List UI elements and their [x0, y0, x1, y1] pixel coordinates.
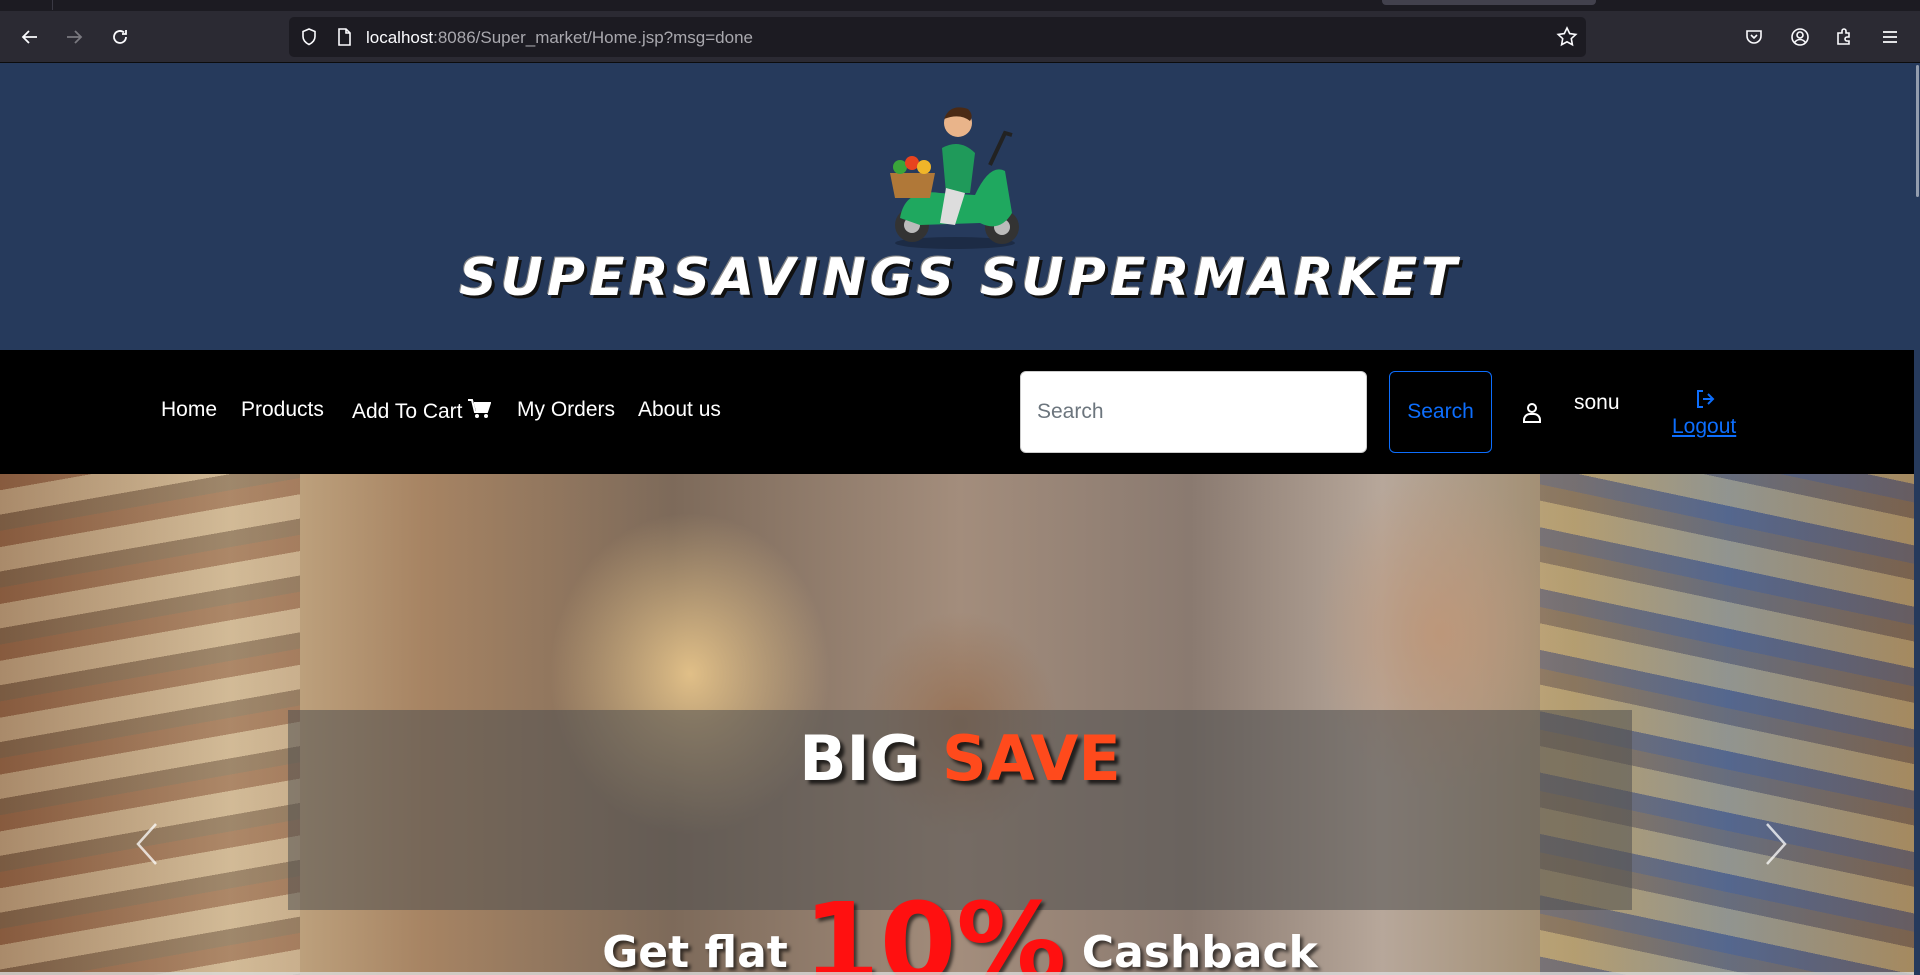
- headline-save: SAVE: [942, 722, 1121, 795]
- url-host: localhost: [366, 28, 434, 47]
- bookmark-star-icon[interactable]: [1556, 26, 1578, 48]
- scooter-logo: [890, 107, 1019, 249]
- page-icon[interactable]: [334, 27, 354, 47]
- forward-icon[interactable]: [56, 19, 92, 55]
- tab-divider: [52, 0, 53, 10]
- page-viewport: SUPERSAVINGS SUPERMARKET Home Products A…: [0, 63, 1920, 975]
- reload-icon[interactable]: [102, 19, 138, 55]
- subtitle-post: Cashback: [1066, 927, 1318, 975]
- logout-link[interactable]: Logout: [1672, 415, 1736, 439]
- banner-headline: BIG SAVE: [0, 722, 1920, 795]
- extensions-icon[interactable]: [1826, 19, 1862, 55]
- nav-add-to-cart[interactable]: Add To Cart: [352, 398, 491, 424]
- cart-icon: [467, 399, 491, 418]
- search-button[interactable]: Search: [1389, 371, 1492, 453]
- account-icon[interactable]: [1782, 19, 1818, 55]
- nav-add-to-cart-label: Add To Cart: [352, 400, 463, 423]
- tab-strip: [0, 0, 1920, 11]
- pocket-icon[interactable]: [1736, 19, 1772, 55]
- chevron-right-icon[interactable]: [1757, 814, 1797, 874]
- banner-subtitle: Get flat 10% Cashback: [0, 879, 1920, 975]
- headline-big: BIG: [799, 722, 943, 795]
- subtitle-pre: Get flat: [602, 927, 804, 975]
- brand-title: SUPERSAVINGS SUPERMARKET: [459, 248, 1461, 308]
- nav-my-orders[interactable]: My Orders: [517, 398, 615, 422]
- subtitle-percent: 10%: [803, 879, 1067, 975]
- browser-toolbar: localhost:8086/Super_market/Home.jsp?msg…: [0, 11, 1920, 63]
- url-path: :8086/Super_market/Home.jsp?msg=done: [433, 28, 753, 47]
- nav-about-us[interactable]: About us: [638, 398, 721, 422]
- username-label: sonu: [1574, 391, 1620, 414]
- address-bar[interactable]: localhost:8086/Super_market/Home.jsp?msg…: [289, 17, 1586, 57]
- chevron-left-icon[interactable]: [126, 814, 166, 874]
- promo-carousel: BIG SAVE Get flat 10% Cashback: [0, 474, 1920, 975]
- nav-home[interactable]: Home: [161, 398, 217, 422]
- main-navbar: Home Products Add To Cart My Orders Abou…: [0, 350, 1920, 474]
- active-tab-indicator[interactable]: [1382, 0, 1596, 5]
- url-text[interactable]: localhost:8086/Super_market/Home.jsp?msg…: [366, 28, 753, 48]
- nav-products[interactable]: Products: [241, 398, 324, 422]
- back-icon[interactable]: [12, 19, 48, 55]
- scrollbar-thumb[interactable]: [1916, 65, 1919, 197]
- search-input[interactable]: [1020, 371, 1367, 453]
- shield-icon[interactable]: [299, 27, 319, 47]
- site-header: SUPERSAVINGS SUPERMARKET: [0, 63, 1920, 350]
- logout-icon[interactable]: [1694, 387, 1718, 411]
- menu-icon[interactable]: [1872, 19, 1908, 55]
- vertical-scrollbar[interactable]: [1914, 63, 1920, 975]
- user-icon: [1523, 403, 1541, 423]
